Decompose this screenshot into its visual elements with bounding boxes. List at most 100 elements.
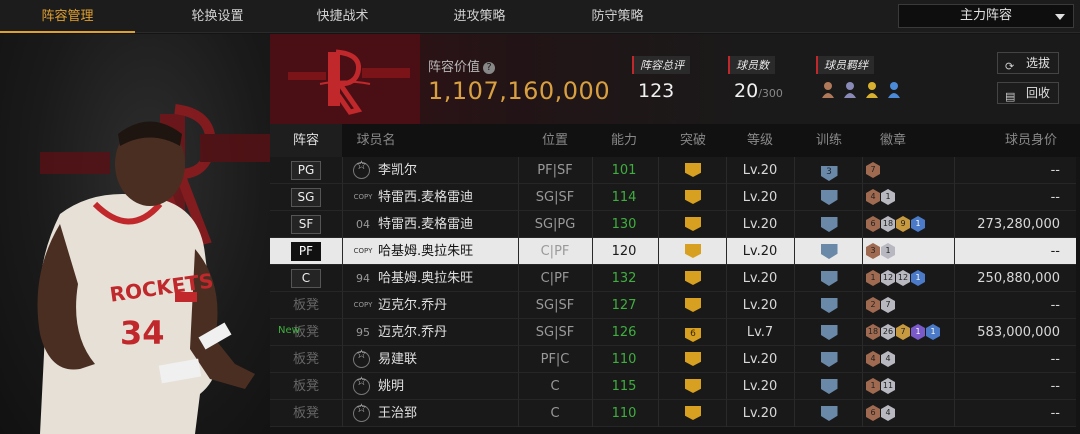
column-divider [862, 373, 863, 400]
tab-rotation-settings[interactable]: 轮换设置 [150, 0, 285, 33]
column-divider [342, 184, 343, 211]
player-value: 583,000,000 [977, 325, 1060, 340]
column-divider [518, 184, 519, 211]
column-divider [592, 157, 593, 184]
column-divider [518, 373, 519, 400]
svg-text:34: 34 [120, 314, 165, 352]
table-row[interactable]: SG COPY 特雷西.麦格雷迪 SG|SF 114 Lv.20 4 1 -- [270, 184, 1076, 211]
th-training[interactable]: 训练 [796, 124, 862, 157]
hexagon-badge-icon: 3 [866, 243, 880, 259]
column-divider [862, 319, 863, 346]
row-slot: 板凳 [292, 379, 319, 394]
row-slot: PG [270, 157, 342, 184]
badges-cell[interactable]: 1 12 12 1 [866, 265, 958, 292]
recycle-button[interactable]: ▤ 回收 [997, 82, 1059, 104]
row-slot: 板凳 [292, 298, 319, 313]
crown-icon [685, 406, 701, 420]
row-slot: C [270, 265, 342, 292]
hexagon-badge-icon: 12 [896, 270, 910, 286]
th-ability[interactable]: 能力 [595, 124, 653, 157]
player-count-max: /300 [758, 87, 783, 100]
training-cell[interactable] [796, 184, 862, 211]
training-cell[interactable] [796, 292, 862, 319]
rockets-logo-icon [270, 34, 420, 124]
recycle-button-label: 回收 [1025, 86, 1050, 100]
hexagon-badge-icon: 4 [866, 189, 880, 205]
training-cell[interactable] [796, 265, 862, 292]
column-divider [794, 292, 795, 319]
th-player-name[interactable]: 球员名 [348, 124, 404, 157]
badges-cell[interactable]: 41 [866, 184, 958, 211]
th-badges[interactable]: 徽章 [860, 124, 926, 157]
row-slot: SF [270, 211, 342, 238]
column-divider [518, 292, 519, 319]
training-cell[interactable] [796, 373, 862, 400]
player-ability: 127 [611, 298, 637, 313]
column-divider [658, 346, 659, 373]
column-divider [518, 400, 519, 427]
select-button[interactable]: ⟳ 选拔 [997, 52, 1059, 74]
training-cell[interactable] [796, 211, 862, 238]
hexagon-badge-icon: 4 [866, 351, 880, 367]
table-row[interactable]: 板凳 王治郅 C 110 Lv.20 64 -- [270, 400, 1076, 427]
player-name: 易建联 [378, 352, 418, 367]
training-cell[interactable]: 3 [796, 157, 862, 184]
badges-cell[interactable]: 44 [866, 346, 958, 373]
badges-cell[interactable]: 31 [866, 238, 958, 265]
badges-cell[interactable]: 64 [866, 400, 958, 427]
star-icon [353, 401, 370, 422]
table-row[interactable]: 板凳 95 迈克尔.乔丹 SG|SF 126 6 Lv.7 18 26 7 1 1 583,000,00… [270, 319, 1076, 346]
roster-dropdown[interactable]: 主力阵容 [898, 4, 1074, 28]
th-lineup[interactable]: 阵容 [270, 124, 342, 157]
row-slot: 板凳 [292, 406, 319, 421]
table-row[interactable]: 板凳 姚明 C 115 Lv.20 111 -- [270, 373, 1076, 400]
column-divider [592, 265, 593, 292]
training-cell[interactable] [796, 346, 862, 373]
player-level: Lv.7 [746, 325, 774, 340]
tab-defense-strategy[interactable]: 防守策略 [550, 0, 685, 33]
team-value: 1,107,160,000 [428, 77, 611, 105]
player-value: -- [1050, 298, 1060, 313]
badges-cell[interactable]: 27 [866, 292, 958, 319]
training-cell[interactable] [796, 319, 862, 346]
crown-icon [685, 163, 701, 177]
column-divider [862, 238, 863, 265]
th-level[interactable]: 等级 [727, 124, 793, 157]
table-row[interactable]: 板凳 易建联 PF|C 110 Lv.20 44 -- [270, 346, 1076, 373]
player-name: 王治郅 [378, 406, 418, 421]
badges-cell[interactable]: 18 26 7 1 1 [866, 319, 958, 346]
tab-offense-strategy[interactable]: 进攻策略 [412, 0, 547, 33]
tab-lineup-management[interactable]: 阵容管理 [0, 0, 135, 33]
tab-quick-tactics[interactable]: 快捷战术 [275, 0, 410, 33]
row-slot: PF [270, 238, 342, 265]
help-icon[interactable]: ? [483, 62, 496, 74]
hexagon-badge-icon: 7 [881, 297, 895, 313]
training-cell[interactable] [796, 400, 862, 427]
hexagon-badge-icon: 1 [866, 378, 880, 394]
column-divider [954, 346, 955, 373]
th-breakthrough[interactable]: 突破 [660, 124, 726, 157]
column-divider [342, 157, 343, 184]
player-level: Lv.20 [742, 352, 778, 367]
training-shield-icon [820, 244, 838, 259]
table-row[interactable]: PF COPY 哈基姆.奥拉朱旺 C|PF 120 Lv.20 3 1 -- [270, 238, 1076, 265]
player-portrait-art: ROCKETS 34 [37, 104, 270, 434]
table-row[interactable]: PG 李凯尔 PF|SF 101 Lv.20 3 7 -- [270, 157, 1076, 184]
bond-icons[interactable] [820, 80, 920, 102]
badges-cell[interactable]: 7 [866, 157, 958, 184]
table-row[interactable]: C 94 哈基姆.奥拉朱旺 C|PF 132 Lv.20 1 12 12 1 250,880,000 [270, 265, 1076, 292]
th-player-value[interactable]: 球员身价 [988, 124, 1074, 157]
table-header: 阵容 球员名 位置 能力 突破 等级 训练 徽章 球员身价 [270, 124, 1080, 157]
table-row[interactable]: SF 04 特雷西.麦格雷迪 SG|PG 130 Lv.20 6 18 9 1 273,280,00… [270, 211, 1076, 238]
player-name: 哈基姆.奥拉朱旺 [378, 271, 474, 286]
th-position[interactable]: 位置 [520, 124, 590, 157]
training-cell[interactable] [796, 238, 862, 265]
badges-cell[interactable]: 1 11 [866, 373, 958, 400]
recycle-icon: ▤ [1005, 90, 1016, 103]
player-ability: 120 [611, 244, 637, 259]
badges-cell[interactable]: 6 18 9 1 [866, 211, 958, 238]
table-row[interactable]: 板凳 COPY 迈克尔.乔丹 SG|SF 127 Lv.20 2 7 -- [270, 292, 1076, 319]
column-divider [592, 292, 593, 319]
column-divider [954, 319, 955, 346]
training-shield-icon: 3 [820, 166, 838, 181]
